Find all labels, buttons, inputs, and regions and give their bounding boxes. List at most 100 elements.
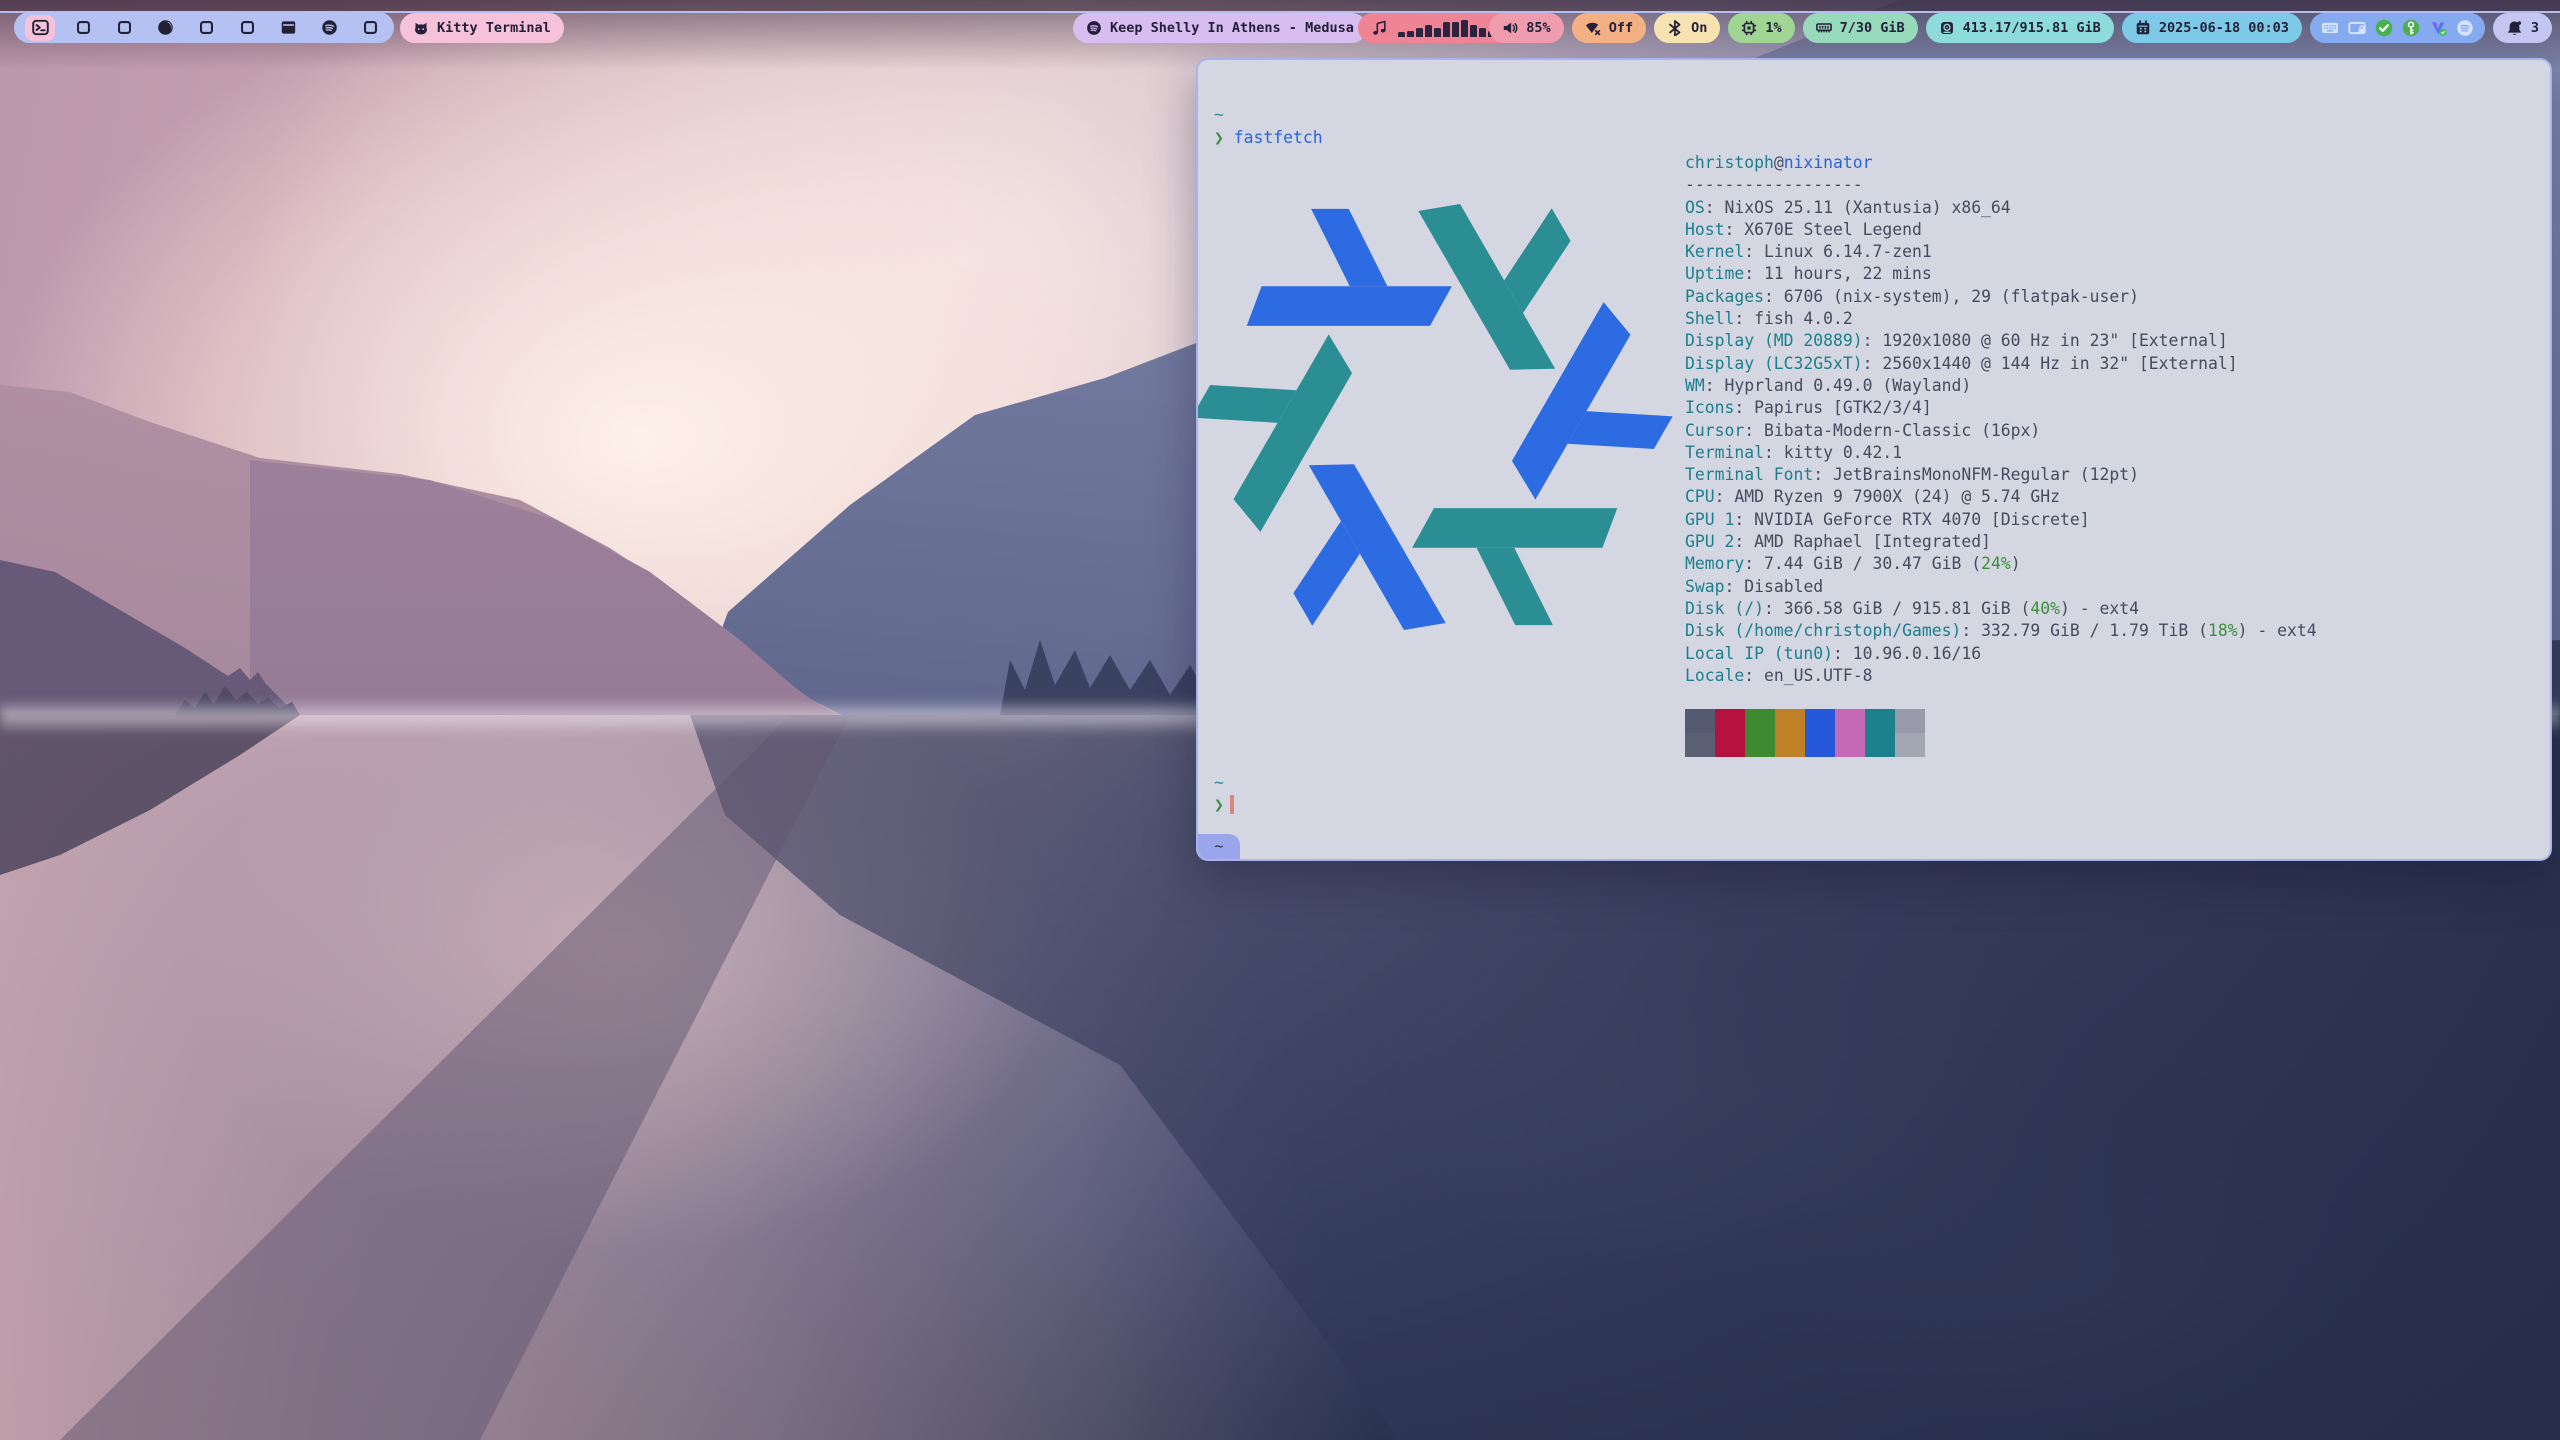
fastfetch-line: Kernel: Linux 6.14.7-zen1 xyxy=(1685,241,2317,263)
palette-swatch xyxy=(1715,709,1745,733)
colon: : xyxy=(1715,487,1735,506)
field-value: fish 4.0.2 xyxy=(1754,309,1853,328)
colon: : xyxy=(1734,398,1754,417)
network-value: Off xyxy=(1609,20,1633,36)
workspace-9[interactable] xyxy=(357,15,383,41)
memory-module[interactable]: 7/30 GiB xyxy=(1803,13,1918,43)
palette-row xyxy=(1685,733,2317,757)
field-label: Disk (/) xyxy=(1685,599,1764,618)
field-label: Memory xyxy=(1685,554,1744,573)
field-label: Display (LC32G5xT) xyxy=(1685,354,1863,373)
bell-icon xyxy=(2506,20,2523,37)
network-module[interactable]: Off xyxy=(1572,13,1646,43)
field-label: Locale xyxy=(1685,666,1744,685)
field-value: Linux 6.14.7-zen1 xyxy=(1764,242,1932,261)
keepassxc-icon[interactable] xyxy=(2402,19,2420,37)
empty-workspace-icon xyxy=(239,19,256,36)
separator: ------------------ xyxy=(1685,175,1863,194)
cpu-module[interactable]: 1% xyxy=(1728,13,1794,43)
field-label: Disk (/home/christoph/Games) xyxy=(1685,621,1961,640)
field-value: Hyprland 0.49.0 (Wayland) xyxy=(1725,376,1972,395)
clock-module[interactable]: 2025-06-18 00:03 xyxy=(2122,13,2302,43)
colon: : xyxy=(1724,220,1744,239)
music-track-title: Keep Shelly In Athens - Medusa xyxy=(1110,20,1354,36)
window-title-pill[interactable]: Kitty Terminal xyxy=(400,13,564,43)
firefox-icon xyxy=(157,19,174,36)
fastfetch-line: CPU: AMD Ryzen 9 7900X (24) @ 5.74 GHz xyxy=(1685,486,2317,508)
colon: : xyxy=(1744,242,1764,261)
field-value: X670E Steel Legend xyxy=(1744,220,1922,239)
field-label: Cursor xyxy=(1685,421,1744,440)
palette-swatch xyxy=(1865,733,1895,757)
colon: : xyxy=(1863,331,1883,350)
field-label: Display (MD 20889) xyxy=(1685,331,1863,350)
palette-swatch xyxy=(1835,733,1865,757)
terminal-tab[interactable]: ~ xyxy=(1198,834,1240,859)
text-cursor xyxy=(1230,795,1234,814)
typed-command: fastfetch xyxy=(1234,128,1323,147)
fastfetch-line: Icons: Papirus [GTK2/3/4] xyxy=(1685,397,2317,419)
bluetooth-module[interactable]: On xyxy=(1654,13,1720,43)
prompt-line: ❯ xyxy=(1214,794,1234,816)
palette-swatch xyxy=(1895,709,1925,733)
status-bar-strip xyxy=(0,0,2560,11)
workspace-6[interactable] xyxy=(234,15,260,41)
colon: : xyxy=(1813,465,1833,484)
visualizer-bar xyxy=(1470,25,1477,37)
v-check-icon[interactable] xyxy=(2429,19,2447,37)
workspace-4[interactable] xyxy=(152,15,178,41)
terminal-icon xyxy=(32,19,49,36)
prompt-symbol: ❯ xyxy=(1214,795,1224,814)
workspace-3[interactable] xyxy=(111,15,137,41)
fastfetch-line: ------------------ xyxy=(1685,174,2317,196)
disk-module[interactable]: 413.17/915.81 GiB xyxy=(1926,13,2114,43)
field-label: GPU 1 xyxy=(1685,510,1734,529)
spotify-icon xyxy=(1086,20,1102,36)
visualizer-bar xyxy=(1425,25,1432,37)
fastfetch-line: Terminal Font: JetBrainsMonoNFM-Regular … xyxy=(1685,464,2317,486)
notification-count: 3 xyxy=(2531,20,2539,36)
visualizer-bar xyxy=(1443,22,1450,37)
prompt-directory: ~ xyxy=(1214,104,1224,126)
visualizer-bar xyxy=(1434,28,1441,37)
kitty-terminal-window[interactable]: ~ ❯ fastfetch christoph@nixinator-------… xyxy=(1196,58,2552,861)
screenshot-lock-icon[interactable] xyxy=(2348,19,2366,37)
field-label: GPU 2 xyxy=(1685,532,1734,551)
fastfetch-line: Host: X670E Steel Legend xyxy=(1685,219,2317,241)
prompt-symbol: ❯ xyxy=(1214,128,1224,147)
memory-value: 7/30 GiB xyxy=(1840,20,1905,36)
palette-swatch xyxy=(1715,733,1745,757)
check-circle-icon[interactable] xyxy=(2375,19,2393,37)
colon: : xyxy=(1734,510,1754,529)
workspace-5[interactable] xyxy=(193,15,219,41)
status-bar: Kitty Terminal Keep Shelly In Athens - M… xyxy=(0,0,2560,46)
fastfetch-line: OS: NixOS 25.11 (Xantusia) x86_64 xyxy=(1685,197,2317,219)
spotify-light-icon[interactable] xyxy=(2456,19,2474,37)
field-value: AMD Raphael [Integrated] xyxy=(1754,532,1991,551)
volume-module[interactable]: 85% xyxy=(1489,13,1563,43)
palette-swatch xyxy=(1805,709,1835,733)
colon: : xyxy=(1833,644,1853,663)
workspace-1[interactable] xyxy=(25,15,55,41)
prompt-line: ❯ fastfetch xyxy=(1214,127,1323,149)
colon: : xyxy=(1764,443,1784,462)
desktop: Kitty Terminal Keep Shelly In Athens - M… xyxy=(0,0,2560,1440)
keyboard-icon[interactable] xyxy=(2321,19,2339,37)
palette-swatch xyxy=(1895,733,1925,757)
fastfetch-line: Disk (/): 366.58 GiB / 915.81 GiB (40%) … xyxy=(1685,598,2317,620)
workspace-7[interactable] xyxy=(275,15,301,41)
percent-value: 40% xyxy=(2030,599,2060,618)
palette-swatch xyxy=(1865,709,1895,733)
workspace-2[interactable] xyxy=(70,15,96,41)
field-value: 7.44 GiB / 30.47 GiB ( xyxy=(1764,554,1981,573)
fastfetch-line: GPU 2: AMD Raphael [Integrated] xyxy=(1685,531,2317,553)
visualizer-bar xyxy=(1398,32,1405,37)
field-label: Terminal Font xyxy=(1685,465,1813,484)
workspace-8[interactable] xyxy=(316,15,342,41)
music-pill[interactable]: Keep Shelly In Athens - Medusa xyxy=(1073,13,1367,43)
field-label: OS xyxy=(1685,198,1705,217)
empty-workspace-icon xyxy=(198,19,215,36)
hostname: nixinator xyxy=(1784,153,1873,172)
notifications-module[interactable]: 3 xyxy=(2493,13,2552,43)
field-value: ) - ext4 xyxy=(2238,621,2317,640)
